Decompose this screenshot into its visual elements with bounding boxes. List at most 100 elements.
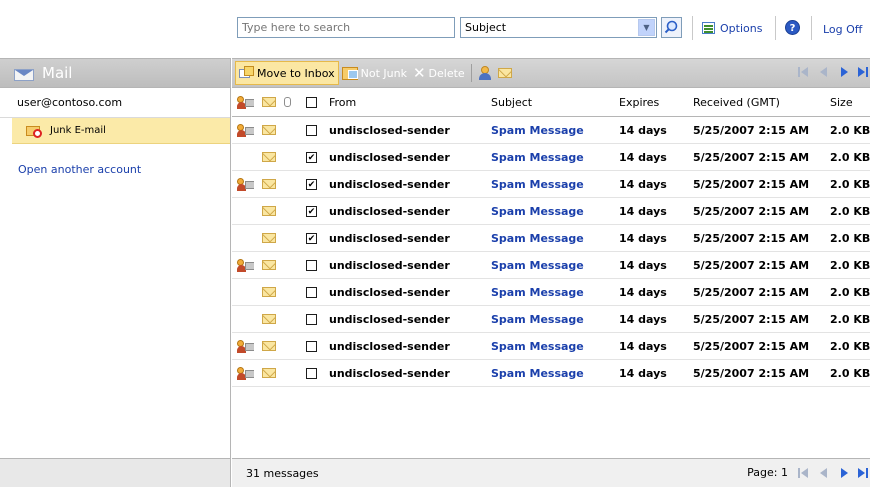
subject-link[interactable]: Spam Message [491,151,584,164]
subject-cell[interactable]: Spam Message [491,225,615,251]
subject-cell[interactable]: Spam Message [491,117,615,143]
row-checkbox-cell[interactable] [306,252,320,278]
row-checkbox[interactable] [306,367,317,379]
attachment-column-header[interactable] [284,88,294,116]
next-page-icon[interactable] [838,467,850,479]
subject-link[interactable]: Spam Message [491,259,584,272]
envelope-icon [262,368,276,378]
search-input[interactable] [237,17,455,38]
row-checkbox-cell[interactable] [306,279,320,305]
read-status-column-header[interactable] [262,88,278,116]
help-icon[interactable]: ? [785,20,800,35]
table-row[interactable]: undisclosed-sender Spam Message 14 days 5/2… [232,144,870,171]
from-column-header[interactable]: From [329,88,489,116]
previous-page-icon[interactable] [818,66,830,78]
received-column-header[interactable]: Received (GMT) [693,88,818,116]
subject-cell[interactable]: Spam Message [491,360,615,386]
row-checkbox-cell[interactable] [306,306,320,332]
table-row[interactable]: undisclosed-sender Spam Message 14 days 5/2… [232,117,870,144]
message-count: 31 messages [246,467,319,480]
subject-link[interactable]: Spam Message [491,286,584,299]
subject-cell[interactable]: Spam Message [491,252,615,278]
subject-link[interactable]: Spam Message [491,367,584,380]
row-checkbox[interactable] [306,205,317,217]
type-cell [237,333,254,359]
logoff-link[interactable]: Log Off [823,23,862,36]
first-page-icon[interactable] [798,467,810,479]
row-checkbox[interactable] [306,286,317,298]
subject-link[interactable]: Spam Message [491,232,584,245]
envelope-icon [262,287,276,297]
chevron-down-icon[interactable]: ▼ [638,19,655,36]
row-checkbox[interactable] [306,259,317,271]
received-cell: 5/25/2007 2:15 AM [693,285,810,299]
delete-label: Delete [428,66,465,80]
table-row[interactable]: undisclosed-sender Spam Message 14 days 5/2… [232,360,870,387]
last-page-icon[interactable] [858,467,870,479]
move-to-inbox-icon [239,66,254,80]
subject-cell[interactable]: Spam Message [491,198,615,224]
subject-link[interactable]: Spam Message [491,205,584,218]
subject-column-header[interactable]: Subject [491,88,615,116]
row-checkbox[interactable] [306,124,317,136]
row-checkbox-cell[interactable] [306,117,320,143]
read-status-cell [262,171,278,197]
row-checkbox-cell[interactable] [306,171,320,197]
row-checkbox[interactable] [306,151,317,163]
options-link[interactable]: Options [702,17,762,39]
next-page-icon[interactable] [838,66,850,78]
select-all-checkbox-cell[interactable] [306,88,320,116]
row-checkbox-cell[interactable] [306,225,320,251]
contact-button[interactable] [475,61,495,85]
subject-link[interactable]: Spam Message [491,340,584,353]
select-all-checkbox[interactable] [306,96,317,108]
subject-cell[interactable]: Spam Message [491,306,615,332]
subject-link[interactable]: Spam Message [491,124,584,137]
search-button[interactable] [661,17,682,38]
table-row[interactable]: undisclosed-sender Spam Message 14 days 5/2… [232,171,870,198]
subject-cell[interactable]: Spam Message [491,171,615,197]
mark-read-button[interactable] [495,61,515,85]
expires-cell: 14 days [619,231,667,245]
row-checkbox-cell[interactable] [306,360,320,386]
expires-column-header[interactable]: Expires [619,88,689,116]
last-page-icon[interactable] [858,66,870,78]
subject-cell[interactable]: Spam Message [491,333,615,359]
subject-link[interactable]: Spam Message [491,178,584,191]
row-checkbox-cell[interactable] [306,198,320,224]
row-checkbox[interactable] [306,340,317,352]
move-to-inbox-button[interactable]: Move to Inbox [235,61,339,85]
table-row[interactable]: undisclosed-sender Spam Message 14 days 5/2… [232,279,870,306]
options-icon [702,22,715,34]
people-icon [237,123,254,137]
options-label[interactable]: Options [720,22,762,35]
previous-page-icon[interactable] [818,467,830,479]
subject-cell[interactable]: Spam Message [491,279,615,305]
table-row[interactable]: undisclosed-sender Spam Message 14 days 5/2… [232,252,870,279]
subject-link[interactable]: Spam Message [491,313,584,326]
not-junk-button[interactable]: Not Junk [339,61,410,85]
row-checkbox[interactable] [306,232,317,244]
type-column-header[interactable] [237,88,254,116]
size-column-header[interactable]: Size [830,88,870,116]
read-status-cell [262,198,278,224]
table-row[interactable]: undisclosed-sender Spam Message 14 days 5/2… [232,225,870,252]
table-row[interactable]: undisclosed-sender Spam Message 14 days 5/2… [232,306,870,333]
row-checkbox[interactable] [306,178,317,190]
envelope-icon [262,260,276,270]
folder-junk-email[interactable]: Junk E-mail [12,118,230,144]
row-checkbox[interactable] [306,313,317,325]
search-scope-select[interactable]: Subject ▼ [460,17,657,38]
open-another-account-link[interactable]: Open another account [18,163,141,176]
table-row[interactable]: undisclosed-sender Spam Message 14 days 5/2… [232,198,870,225]
subject-cell[interactable]: Spam Message [491,144,615,170]
row-checkbox-cell[interactable] [306,144,320,170]
envelope-icon [262,125,276,135]
list-footer: 31 messages Page: 1 [232,458,870,487]
message-list-pane: Move to Inbox Not Junk ✕ Delete From Sub… [232,58,870,487]
table-row[interactable]: undisclosed-sender Spam Message 14 days 5/2… [232,333,870,360]
delete-button[interactable]: ✕ Delete [410,61,468,85]
first-page-icon[interactable] [798,66,810,78]
row-checkbox-cell[interactable] [306,333,320,359]
read-status-cell [262,144,278,170]
